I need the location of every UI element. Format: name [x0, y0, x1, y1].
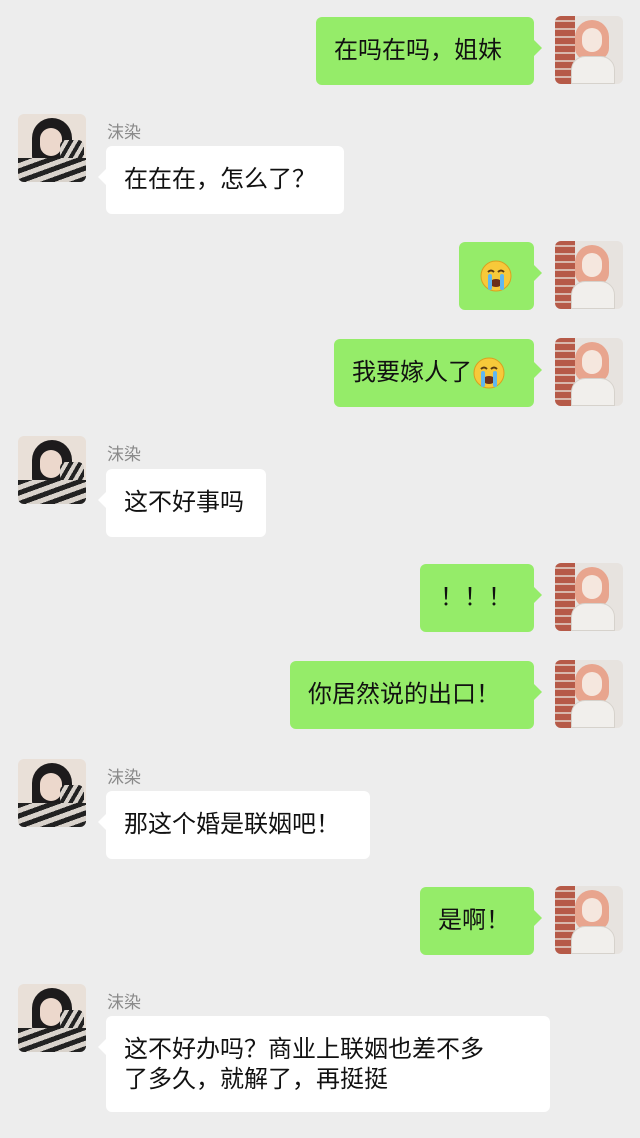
sender-name: 沫染 — [107, 123, 141, 143]
avatar-self[interactable] — [555, 16, 623, 84]
message-bubble-other[interactable]: 这不好事吗 — [98, 469, 266, 537]
message-bubble-other[interactable]: 那这个婚是联姻吧！ — [98, 791, 370, 859]
message-text: 在吗在吗，姐妹 — [334, 36, 502, 64]
crying-face-emoji-icon — [473, 357, 505, 389]
sender-name: 沫染 — [107, 993, 141, 1013]
message-bubble-self[interactable]: 我要嫁人了 — [334, 339, 542, 407]
message-text: 我要嫁人了 — [352, 358, 472, 386]
message-bubble-self[interactable] — [459, 242, 542, 310]
avatar-self[interactable] — [555, 338, 623, 406]
message-text: 你居然说的出口！ — [308, 680, 500, 708]
avatar-contact[interactable] — [18, 984, 86, 1052]
message-text: 是啊！ — [438, 906, 510, 934]
message-text: 在在在，怎么了？ — [124, 165, 316, 193]
sender-name: 沫染 — [107, 768, 141, 788]
avatar-self[interactable] — [555, 241, 623, 309]
avatar-contact[interactable] — [18, 114, 86, 182]
message-text: ！！！ — [440, 583, 512, 611]
crying-face-emoji-icon — [480, 260, 512, 292]
message-text-line: 这不好办吗？商业上联姻也差不多 — [124, 1035, 484, 1063]
avatar-contact[interactable] — [18, 436, 86, 504]
message-text: 那这个婚是联姻吧！ — [124, 810, 340, 838]
message-bubble-other[interactable]: 在在在，怎么了？ — [98, 146, 344, 214]
message-bubble-self[interactable]: 在吗在吗，姐妹 — [316, 17, 542, 85]
sender-name: 沫染 — [107, 445, 141, 465]
message-bubble-self[interactable]: 你居然说的出口！ — [290, 661, 542, 729]
avatar-contact[interactable] — [18, 759, 86, 827]
avatar-self[interactable] — [555, 886, 623, 954]
message-text-line: 了多久，就解了，再挺挺 — [124, 1065, 388, 1093]
avatar-self[interactable] — [555, 660, 623, 728]
message-text: 这不好事吗 — [124, 488, 244, 516]
message-bubble-self[interactable]: 是啊！ — [420, 887, 542, 955]
avatar-self[interactable] — [555, 563, 623, 631]
message-bubble-self[interactable]: ！！！ — [420, 564, 542, 632]
message-bubble-other[interactable]: 这不好办吗？商业上联姻也差不多 了多久，就解了，再挺挺 — [98, 1016, 550, 1112]
